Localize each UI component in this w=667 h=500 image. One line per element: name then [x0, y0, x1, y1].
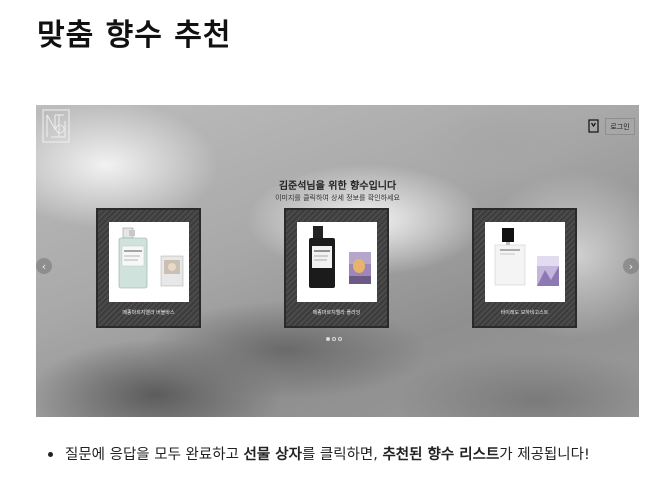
perfume-name: 메종마르지엘라 플라잉: [312, 310, 361, 316]
note-text: 질문에 응답을 모두 완료하고: [65, 447, 244, 463]
chevron-left-icon: ‹: [41, 259, 47, 273]
perfume-image[interactable]: [297, 222, 377, 302]
pagination-dot[interactable]: [332, 337, 336, 341]
perfume-card[interactable]: 메종마르지엘라 버블바스: [96, 208, 201, 328]
login-button[interactable]: 로그인: [605, 118, 635, 135]
perfume-name: 메종마르지엘라 버블바스: [122, 310, 175, 316]
recommendation-headline: 김준석님을 위한 향수입니다: [278, 181, 397, 192]
recommendation-screenshot: 로그인 김준석님을 위한 향수입니다 이미지를 클릭하여 상세 정보를 확인하세…: [36, 105, 639, 417]
page-title: 맞춤 향수 추천: [37, 18, 232, 53]
perfume-image[interactable]: [485, 222, 565, 302]
note-text: 가 제공됩니다!: [499, 447, 590, 463]
note-emphasis-gift-box: 선물 상자: [243, 447, 302, 463]
carousel-pagination: [326, 337, 342, 341]
recommendation-subline: 이미지를 클릭하여 상세 정보를 확인하세요: [275, 194, 400, 202]
bullet-icon: [48, 451, 53, 457]
brand-logo[interactable]: [42, 109, 70, 143]
bookmark-icon: [587, 119, 599, 133]
instruction-note: 질문에 응답을 모두 완료하고 선물 상자를 클릭하면, 추천된 향수 리스트가…: [48, 443, 648, 464]
pagination-dot[interactable]: [326, 337, 330, 341]
perfume-card[interactable]: 메종마르지엘라 플라잉: [284, 208, 389, 328]
perfume-card[interactable]: 바이레도 모하비고스트: [472, 208, 577, 328]
perfume-image[interactable]: [109, 222, 189, 302]
carousel-prev-button[interactable]: ‹: [36, 258, 52, 274]
bookmark-button[interactable]: [587, 119, 599, 133]
carousel-next-button[interactable]: ›: [623, 258, 639, 274]
note-emphasis-list: 추천된 향수 리스트: [382, 447, 500, 463]
chevron-right-icon: ›: [628, 259, 634, 273]
pagination-dot[interactable]: [338, 337, 342, 341]
perfume-name: 바이레도 모하비고스트: [500, 310, 549, 316]
note-text: 를 클릭하면,: [301, 447, 383, 463]
